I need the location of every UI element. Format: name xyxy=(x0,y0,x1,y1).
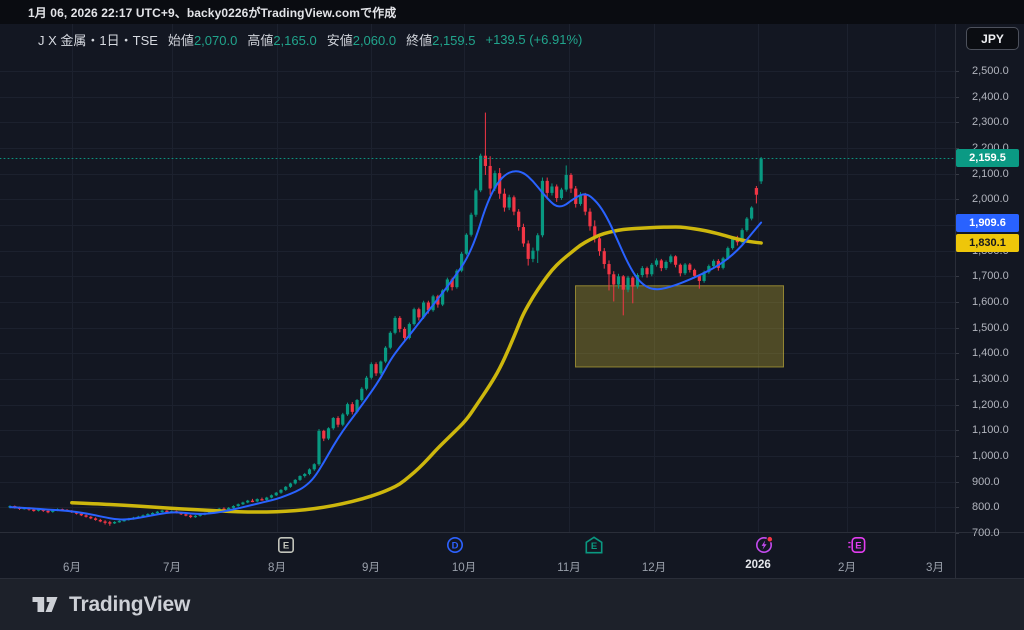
svg-text:E: E xyxy=(283,541,289,552)
brand-name: TradingView xyxy=(69,593,190,617)
symbol-title[interactable]: J X 金属・1日・TSE xyxy=(38,30,158,49)
ma-yellow-price-tag: 1,830.1 xyxy=(956,234,1019,252)
legend-close: 終値2,159.5 xyxy=(406,30,475,49)
time-axis-label: 6月 xyxy=(63,559,81,575)
dividend-circle-icon[interactable]: D xyxy=(446,536,464,554)
legend-open: 始値2,070.0 xyxy=(168,30,237,49)
event-lightning-icon[interactable] xyxy=(755,536,773,554)
currency-button[interactable]: JPY xyxy=(966,27,1019,50)
tradingview-logo-icon[interactable]: TradingView xyxy=(30,592,190,617)
time-axis-label: 3月 xyxy=(926,559,944,575)
earnings-pentagon-icon[interactable]: E xyxy=(585,536,603,554)
price-axis-label: 2,400.0 xyxy=(972,90,1009,104)
price-axis-label: 900.0 xyxy=(972,475,1000,489)
time-axis-label: 2026 xyxy=(745,559,771,571)
svg-text:D: D xyxy=(452,541,459,552)
ma-blue-price-tag: 1,909.6 xyxy=(956,214,1019,232)
price-axis-label: 1,000.0 xyxy=(972,449,1009,463)
price-axis-label: 1,200.0 xyxy=(972,398,1009,412)
tradingview-snapshot: { "attribution": "1月 06, 2026 22:17 UTC+… xyxy=(0,0,1024,630)
earnings-rounded-icon[interactable]: E xyxy=(848,536,866,554)
time-axis-separator xyxy=(0,532,1024,533)
snapshot-attribution: 1月 06, 2026 22:17 UTC+9、backy0226がTradin… xyxy=(28,4,396,21)
legend-change: +139.5 (+6.91%) xyxy=(485,32,582,47)
footer-bar: TradingView xyxy=(0,578,1024,630)
price-axis-label: 1,500.0 xyxy=(972,321,1009,335)
earnings-square-icon[interactable]: E xyxy=(277,536,295,554)
price-axis-label: 800.0 xyxy=(972,500,1000,514)
price-axis-label: 2,500.0 xyxy=(972,64,1009,78)
legend-high: 高値2,165.0 xyxy=(247,30,316,49)
time-axis-label: 10月 xyxy=(452,559,476,575)
price-axis-label: 1,100.0 xyxy=(972,423,1009,437)
time-axis-label: 12月 xyxy=(642,559,666,575)
last-price-tag: 2,159.5 xyxy=(956,149,1019,167)
chart-legend: J X 金属・1日・TSE 始値2,070.0 高値2,165.0 安値2,06… xyxy=(38,30,582,49)
price-axis-label: 1,700.0 xyxy=(972,269,1009,283)
price-axis-label: 1,300.0 xyxy=(972,372,1009,386)
price-axis-label: 700.0 xyxy=(972,526,1000,540)
svg-text:E: E xyxy=(591,541,597,552)
snapshot-topbar: 1月 06, 2026 22:17 UTC+9、backy0226がTradin… xyxy=(0,0,1024,24)
time-axis-label: 8月 xyxy=(268,559,286,575)
legend-low: 安値2,060.0 xyxy=(327,30,396,49)
candlestick-chart-canvas[interactable] xyxy=(0,0,1024,630)
price-axis-label: 1,400.0 xyxy=(972,346,1009,360)
time-axis-label: 11月 xyxy=(557,559,580,575)
price-axis-label: 2,100.0 xyxy=(972,167,1009,181)
time-axis-label: 9月 xyxy=(362,559,380,575)
time-axis-label: 7月 xyxy=(163,559,181,575)
price-axis-label: 2,300.0 xyxy=(972,115,1009,129)
time-axis-label: 2月 xyxy=(838,559,856,575)
svg-text:E: E xyxy=(855,541,861,552)
price-axis-label: 2,000.0 xyxy=(972,192,1009,206)
price-axis-separator xyxy=(955,24,956,578)
price-axis-label: 1,600.0 xyxy=(972,295,1009,309)
